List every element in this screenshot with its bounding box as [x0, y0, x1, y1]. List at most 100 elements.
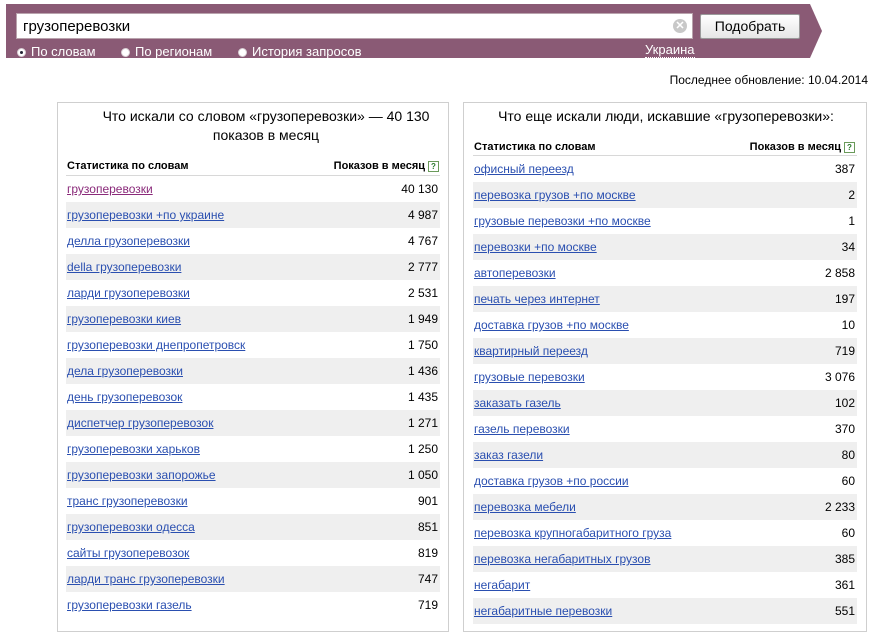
last-update: Последнее обновление: 10.04.2014 — [669, 73, 868, 87]
impressions-count: 851 — [417, 520, 438, 534]
table-row: делла грузоперевозки 4 767 — [66, 228, 440, 254]
keyword-link[interactable]: ларди транс грузоперевозки — [67, 572, 225, 586]
table-row: перевозки +по москве 34 — [473, 234, 857, 260]
keyword-link[interactable]: перевозка грузов +по москве — [474, 188, 636, 202]
help-icon[interactable]: ? — [844, 142, 855, 153]
impressions-count: 719 — [834, 344, 855, 358]
region-link[interactable]: Украина — [645, 43, 695, 58]
impressions-count: 2 858 — [824, 266, 855, 280]
impressions-count: 102 — [834, 396, 855, 410]
keyword-link[interactable]: грузоперевозки запорожье — [67, 468, 216, 482]
impressions-count: 1 436 — [407, 364, 438, 378]
keyword-link[interactable]: офисный переезд — [474, 162, 574, 176]
keyword-link[interactable]: заказ газели — [474, 448, 543, 462]
keyword-link[interactable]: грузоперевозки днепропетровск — [67, 338, 245, 352]
keyword-link[interactable]: перевозка мебели — [474, 500, 576, 514]
keyword-link[interactable]: грузовые перевозки +по москве — [474, 214, 651, 228]
column-header-keyword: Статистика по словам — [474, 141, 596, 153]
keyword-link[interactable]: квартирный переезд — [474, 344, 588, 358]
keyword-link[interactable]: грузоперевозки +по украине — [67, 208, 224, 222]
table-row: доставка грузов +по москве 10 — [473, 312, 857, 338]
table-row: грузоперевозки 40 130 — [66, 176, 440, 202]
keyword-link[interactable]: перевозки +по москве — [474, 240, 597, 254]
keyword-link[interactable]: печать через интернет — [474, 292, 600, 306]
impressions-count: 60 — [841, 526, 855, 540]
mode-history-label: История запросов — [252, 44, 362, 59]
keyword-link[interactable]: доставка грузов +по россии — [474, 474, 629, 488]
keyword-link[interactable]: газель перевозки — [474, 422, 570, 436]
keyword-link[interactable]: делла грузоперевозки — [67, 234, 190, 248]
table-row: перевозка грузов +по москве 2 — [473, 182, 857, 208]
keyword-link[interactable]: день грузоперевозок — [67, 390, 182, 404]
table-row: грузоперевозки днепропетровск 1 750 — [66, 332, 440, 358]
table-row: квартирный переезд 719 — [473, 338, 857, 364]
mode-by-words[interactable]: По словам — [17, 44, 96, 59]
clear-icon[interactable]: ✕ — [673, 19, 687, 33]
keyword-link[interactable]: транс грузоперевозки — [67, 494, 188, 508]
table-row: грузовые перевозки +по москве 1 — [473, 208, 857, 234]
table-row: диспетчер грузоперевозок 1 271 — [66, 410, 440, 436]
impressions-count: 2 531 — [407, 286, 438, 300]
keyword-link[interactable]: грузовые перевозки — [474, 370, 585, 384]
table-row: грузоперевозки одесса 851 — [66, 514, 440, 540]
search-input[interactable]: грузоперевозки ✕ — [16, 13, 693, 39]
keyword-link[interactable]: негабаритные перевозки — [474, 604, 612, 618]
column-header-count: Показов в месяц? — [334, 160, 439, 172]
column-header-count-label: Показов в месяц — [333, 160, 425, 172]
table-row: перевозка мебели 2 233 — [473, 494, 857, 520]
table-row: сайты грузоперевозок 819 — [66, 540, 440, 566]
radio-icon — [238, 48, 247, 57]
keyword-stats-panel: Что искали со словом «грузоперевозки» — … — [57, 102, 449, 632]
table-row: дела грузоперевозки 1 436 — [66, 358, 440, 384]
keyword-link[interactable]: перевозка негабаритных грузов — [474, 552, 650, 566]
impressions-count: 1 949 — [407, 312, 438, 326]
impressions-count: 1 050 — [407, 468, 438, 482]
keyword-link[interactable]: дела грузоперевозки — [67, 364, 183, 378]
mode-by-regions[interactable]: По регионам — [121, 44, 212, 59]
column-header-count: Показов в месяц? — [750, 141, 855, 153]
table-row: доставка грузов +по россии 60 — [473, 468, 857, 494]
impressions-count: 819 — [417, 546, 438, 560]
radio-selected-icon — [17, 48, 26, 57]
table-row: грузоперевозки харьков 1 250 — [66, 436, 440, 462]
impressions-count: 40 130 — [401, 182, 438, 196]
table-row: грузоперевозки +по украине 4 987 — [66, 202, 440, 228]
keyword-link[interactable]: негабарит — [474, 578, 530, 592]
keyword-link[interactable]: грузоперевозки одесса — [67, 520, 195, 534]
impressions-count: 385 — [834, 552, 855, 566]
keyword-link[interactable]: грузоперевозки киев — [67, 312, 181, 326]
keyword-link[interactable]: грузоперевозки — [67, 182, 153, 196]
radio-icon — [121, 48, 130, 57]
keyword-link[interactable]: заказать газель — [474, 396, 561, 410]
keyword-link[interactable]: грузоперевозки харьков — [67, 442, 200, 456]
table-row: ларди грузоперевозки 2 531 — [66, 280, 440, 306]
impressions-count: 361 — [834, 578, 855, 592]
submit-button[interactable]: Подобрать — [700, 14, 800, 39]
mode-by-words-label: По словам — [31, 44, 96, 59]
keyword-link[interactable]: перевозка крупногабаритного груза — [474, 526, 671, 540]
help-icon[interactable]: ? — [428, 161, 439, 172]
table-row: печать через интернет 197 — [473, 286, 857, 312]
keyword-link[interactable]: della грузоперевозки — [67, 260, 181, 274]
impressions-count: 60 — [841, 474, 855, 488]
table-row: грузовые перевозки 3 076 — [473, 364, 857, 390]
table-row: негабаритные перевозки 551 — [473, 598, 857, 624]
impressions-count: 1 435 — [407, 390, 438, 404]
mode-by-regions-label: По регионам — [135, 44, 213, 59]
mode-history[interactable]: История запросов — [238, 44, 362, 59]
impressions-count: 2 233 — [824, 500, 855, 514]
keyword-link[interactable]: доставка грузов +по москве — [474, 318, 629, 332]
impressions-count: 34 — [841, 240, 855, 254]
panel-title: Что искали со словом «грузоперевозки» — … — [102, 108, 430, 143]
search-bar-arrow — [810, 4, 822, 58]
keyword-link[interactable]: грузоперевозки газель — [67, 598, 192, 612]
table-row: автоперевозки 2 858 — [473, 260, 857, 286]
keyword-link[interactable]: диспетчер грузоперевозок — [67, 416, 213, 430]
keyword-link[interactable]: сайты грузоперевозок — [67, 546, 189, 560]
keyword-table: грузоперевозки 40 130 грузоперевозки +по у… — [66, 176, 440, 618]
keyword-link[interactable]: ларди грузоперевозки — [67, 286, 190, 300]
keyword-link[interactable]: автоперевозки — [474, 266, 556, 280]
table-row: перевозка негабаритных грузов 385 — [473, 546, 857, 572]
impressions-count: 370 — [834, 422, 855, 436]
impressions-count: 4 767 — [407, 234, 438, 248]
